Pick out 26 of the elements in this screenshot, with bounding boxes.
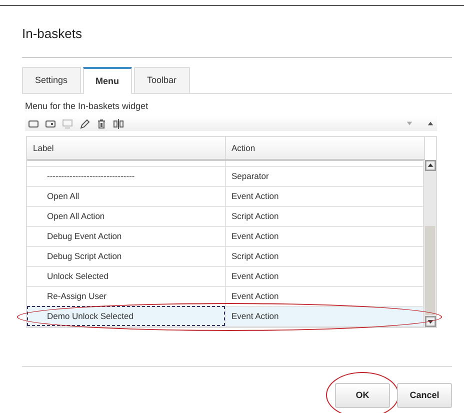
table-cell: Debug Script Action <box>27 246 225 266</box>
table-cell: Unlock Selected <box>27 266 225 286</box>
tab[interactable]: Menu <box>82 66 132 94</box>
dialog-button[interactable]: OK <box>335 382 390 408</box>
table-cell: Debug Event Action <box>27 226 225 246</box>
dialog-title: In-baskets <box>22 25 83 43</box>
pencil-icon[interactable] <box>79 118 90 128</box>
column-divider-icon[interactable] <box>113 118 124 128</box>
trash-icon[interactable] <box>96 118 107 128</box>
tab[interactable]: Toolbar <box>134 66 190 93</box>
scroll-down-icon[interactable] <box>425 316 436 327</box>
column-header: Action <box>225 136 424 160</box>
table-cell: Demo Unlock Selected <box>27 306 225 326</box>
table-cell: ------------------------------- <box>27 166 225 186</box>
column-header: Label <box>27 136 225 160</box>
tab[interactable]: Settings <box>22 66 81 93</box>
scrollbar[interactable] <box>423 160 436 327</box>
menu-caption: Menu for the In-baskets widget <box>25 100 150 113</box>
add-menu-icon[interactable] <box>45 118 56 128</box>
dialog-button[interactable]: Cancel <box>397 382 452 408</box>
scroll-up-icon[interactable] <box>425 160 436 170</box>
table-cell: Event Action <box>225 306 424 326</box>
table-cell: Open All Action <box>27 206 225 226</box>
move-up-icon[interactable] <box>427 120 434 126</box>
add-item-icon[interactable] <box>28 118 39 128</box>
table-cell: Open All <box>27 186 225 206</box>
